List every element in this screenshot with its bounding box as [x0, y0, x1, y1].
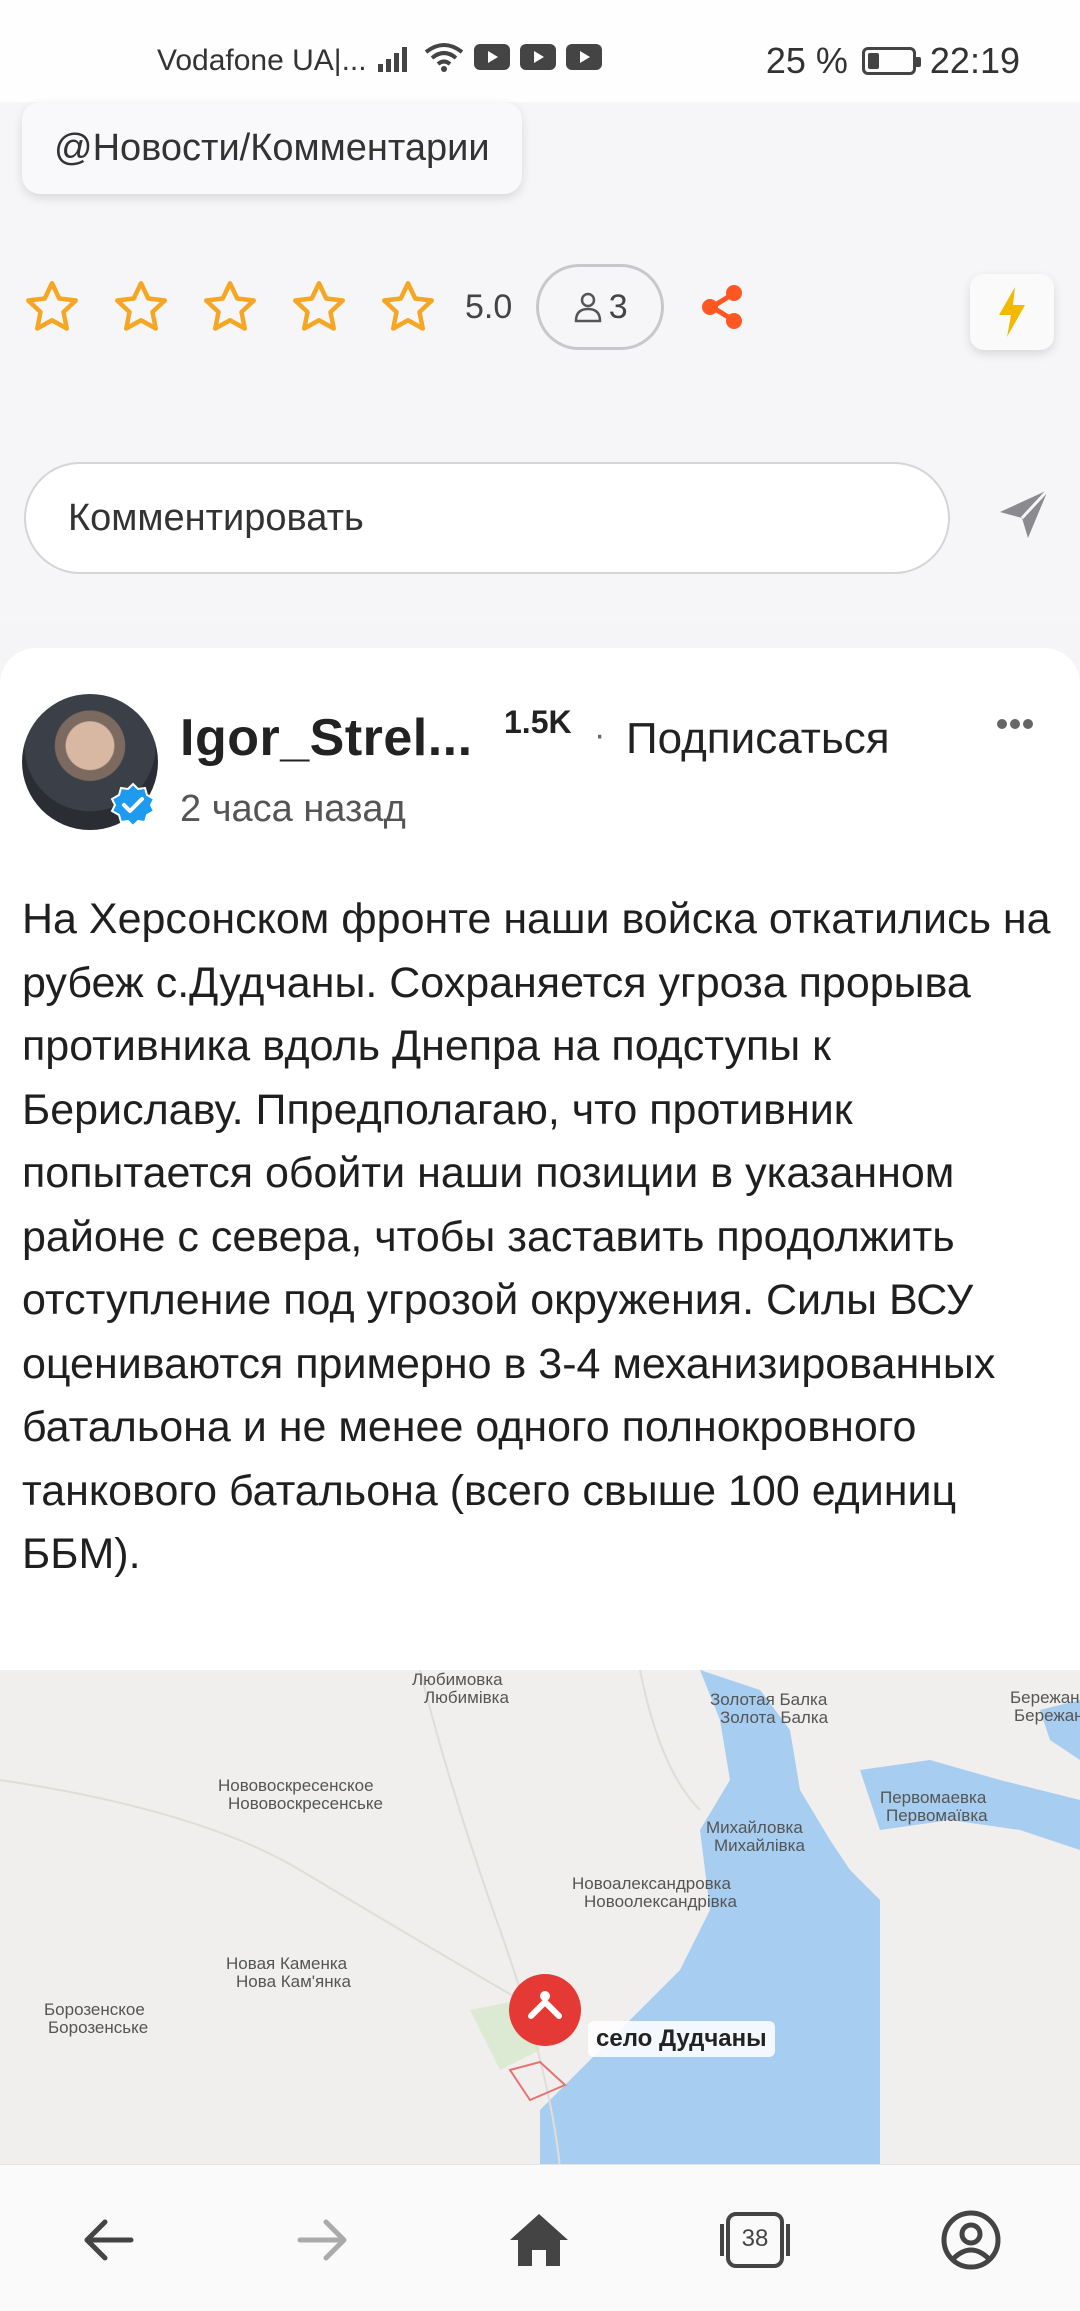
send-icon[interactable] — [998, 488, 1050, 540]
map-label: Борозенське — [48, 2018, 149, 2037]
map-label: Любимовка — [412, 1670, 503, 1689]
post-card: Igor_Strel... 1.5K · Подписаться 2 часа … — [0, 648, 1080, 2168]
map-label: Бережанка — [1014, 1706, 1080, 1725]
comment-row: Комментировать — [24, 462, 1064, 574]
author-name[interactable]: Igor_Strel... — [180, 708, 473, 768]
back-button[interactable] — [73, 2205, 143, 2275]
reviewers-button[interactable]: 3 — [536, 264, 665, 350]
category-tag[interactable]: @Новости/Комментарии — [22, 102, 522, 194]
forward-button[interactable] — [288, 2205, 358, 2275]
avatar[interactable] — [22, 694, 158, 830]
map-label: Новоалександровка — [572, 1874, 731, 1893]
profile-button[interactable] — [936, 2205, 1006, 2275]
map-label: Первомаевка — [880, 1788, 987, 1807]
verified-badge-icon — [110, 782, 156, 828]
comment-input[interactable]: Комментировать — [24, 462, 950, 574]
separator-dot: · — [594, 716, 606, 754]
tabs-button[interactable]: 38 — [720, 2205, 790, 2275]
article-footer: @Новости/Комментарии 5.0 3 Комментироват… — [0, 102, 1080, 622]
carrier-name: Vodafone UA|... — [157, 44, 367, 77]
map-pin-label: село Дудчаны — [588, 2021, 775, 2057]
home-button[interactable] — [504, 2205, 574, 2275]
user-icon — [574, 292, 602, 323]
wifi-icon — [424, 43, 464, 72]
map-label: Борозенское — [44, 2000, 145, 2019]
map-label: Золотая Балка — [710, 1690, 828, 1709]
youtube-notification-icon — [520, 44, 556, 70]
post-body: На Херсонском фронте наши войска откатил… — [22, 895, 1051, 1578]
rating-row: 5.0 3 — [22, 264, 744, 350]
youtube-notification-icon — [474, 44, 510, 70]
status-right: 25 % 22:19 — [766, 40, 1020, 82]
star-icon[interactable] — [111, 277, 171, 337]
battery-percent: 25 % — [765, 40, 848, 81]
lightning-icon — [999, 287, 1025, 337]
home-icon — [510, 2214, 568, 2266]
map-background — [0, 1670, 1080, 2168]
map-label: Первомаївка — [886, 1806, 988, 1825]
status-bar: Vodafone UA|... 25 % 22:19 — [0, 0, 1080, 103]
arrow-right-icon — [297, 2219, 347, 2261]
follower-count: 1.5K — [504, 704, 572, 740]
map-image[interactable]: Любимовка Любимівка Золотая Балка Золота… — [0, 1670, 1080, 2168]
tabs-count: 38 — [741, 2225, 769, 2252]
post-time: 2 часа назад — [180, 788, 406, 830]
map-pin-icon — [509, 1974, 581, 2046]
map-label: Нововоскресенское — [218, 1776, 374, 1795]
share-icon[interactable] — [700, 284, 744, 330]
clock: 22:19 — [929, 40, 1020, 81]
profile-icon — [941, 2210, 1001, 2270]
status-icons — [378, 42, 602, 72]
arrow-left-icon — [84, 2219, 134, 2261]
star-icon[interactable] — [289, 277, 349, 337]
youtube-notification-icon — [566, 44, 602, 70]
map-label: Михайловка — [706, 1818, 803, 1837]
rating-value: 5.0 — [465, 287, 513, 326]
more-options-icon[interactable] — [996, 718, 1034, 730]
map-label: Нова Кам'янка — [236, 1972, 351, 1991]
map-label: Золота Балка — [720, 1708, 829, 1727]
map-label: Михайлівка — [714, 1836, 805, 1855]
star-icon[interactable] — [378, 277, 438, 337]
signal-icon — [378, 47, 407, 72]
map-label: Любимівка — [424, 1688, 509, 1707]
star-icon[interactable] — [200, 277, 260, 337]
map-label: Бережанка — [1010, 1688, 1080, 1707]
map-label: Новая Каменка — [226, 1954, 348, 1973]
battery-icon — [861, 47, 921, 75]
star-icon[interactable] — [22, 277, 82, 337]
lightning-button[interactable] — [970, 274, 1054, 350]
map-label: Новоолександрівка — [584, 1892, 737, 1911]
map-label: Нововоскресенське — [228, 1794, 383, 1813]
subscribe-button[interactable]: Подписаться — [626, 714, 890, 764]
bottom-navigation: 38 — [0, 2164, 1080, 2311]
reviewers-count: 3 — [608, 287, 628, 326]
